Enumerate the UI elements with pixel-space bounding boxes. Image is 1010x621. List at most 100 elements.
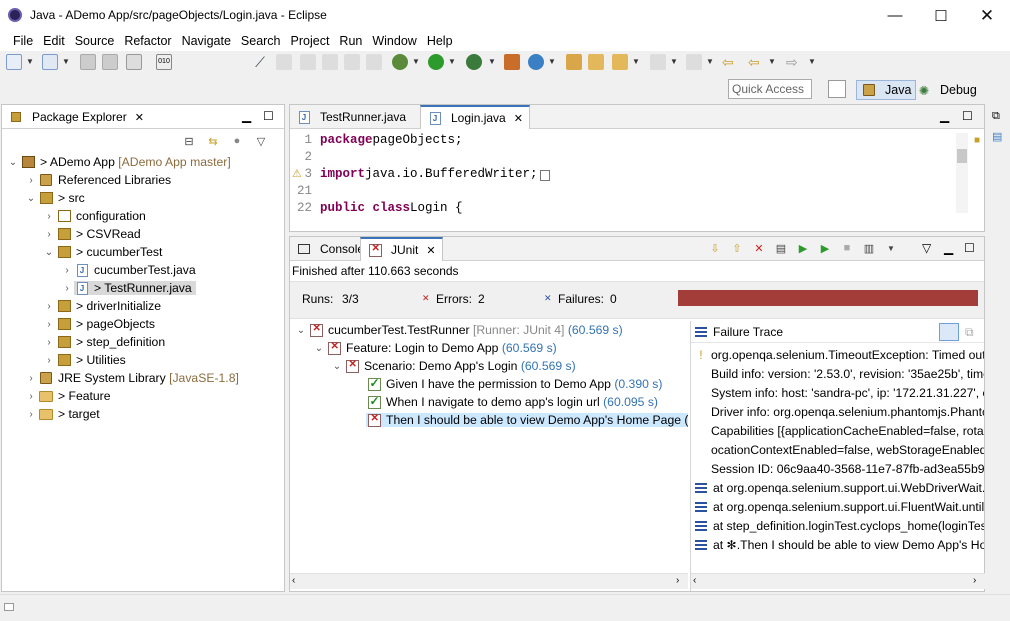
rerun-failed-first-icon[interactable]: ▶	[818, 241, 832, 255]
chevron-right-icon[interactable]: ›	[24, 175, 38, 186]
trace-line[interactable]: Capabilities [{applicationCacheEnabled=f…	[691, 421, 984, 440]
close-icon[interactable]: ✕	[514, 112, 523, 125]
quick-access-input[interactable]: Quick Access	[728, 79, 812, 99]
chevron-down-icon[interactable]: ⌄	[294, 325, 308, 336]
tab-junit[interactable]: JUnit ✕	[360, 237, 443, 261]
chevron-down-icon[interactable]: ▼	[768, 57, 776, 66]
close-icon[interactable]: ✕	[426, 244, 435, 257]
maximize-view-icon[interactable]: ☐	[964, 241, 975, 255]
minimize-view-icon[interactable]: ▁	[944, 241, 953, 255]
scroll-left-icon[interactable]: ‹	[693, 575, 696, 586]
test-run-history-icon[interactable]: ▥	[862, 241, 876, 255]
tree-item-project[interactable]: ⌄ > ADemo App [ADemo App master]	[6, 153, 282, 171]
test-row-runner[interactable]: ⌄ cucumberTest.TestRunner [Runner: JUnit…	[290, 321, 688, 339]
tree-item-feature[interactable]: › > Feature	[6, 387, 282, 405]
chevron-down-icon[interactable]: ⌄	[312, 343, 326, 354]
view-menu-icon[interactable]: ▽	[922, 241, 931, 255]
chevron-right-icon[interactable]: ›	[42, 211, 56, 222]
new-java-project-icon[interactable]	[528, 54, 544, 70]
compare-result-icon[interactable]: ⧉	[965, 325, 974, 340]
tree-item-configuration[interactable]: › configuration	[6, 207, 282, 225]
chevron-down-icon[interactable]: ▼	[448, 57, 456, 66]
rerun-test-icon[interactable]: ▶	[796, 241, 810, 255]
menu-window[interactable]: Window	[367, 31, 421, 51]
tree-item-target[interactable]: › > target	[6, 405, 282, 423]
trace-line-stack[interactable]: at step_definition.loginTest.cyclops_hom…	[691, 516, 984, 535]
block-icon[interactable]	[322, 54, 338, 70]
chevron-down-icon[interactable]: ▼	[670, 57, 678, 66]
chevron-right-icon[interactable]: ›	[42, 355, 56, 366]
next-annotation-icon[interactable]	[650, 54, 666, 70]
filter-icon[interactable]: ●	[230, 134, 244, 148]
horizontal-scrollbar[interactable]: ‹ ›	[691, 573, 985, 589]
close-button[interactable]: ✕	[964, 0, 1010, 31]
minimize-button[interactable]: —	[872, 0, 918, 31]
scrollbar-thumb[interactable]	[957, 149, 967, 163]
view-menu-icon[interactable]: ▽	[254, 134, 268, 148]
link-with-editor-icon[interactable]: ⇆	[206, 134, 220, 148]
tab-login-java[interactable]: J Login.java ✕	[420, 105, 530, 129]
chevron-right-icon[interactable]: ›	[24, 391, 38, 402]
perspective-java[interactable]: Java	[856, 80, 917, 100]
tree-item-jre-library[interactable]: › JRE System Library [JavaSE-1.8]	[6, 369, 282, 387]
tab-testrunner-java[interactable]: J TestRunner.java	[290, 105, 412, 129]
chevron-down-icon[interactable]: ▼	[808, 57, 816, 66]
chevron-right-icon[interactable]: ›	[42, 337, 56, 348]
tree-item-step-definition[interactable]: › > step_definition	[6, 333, 282, 351]
chevron-down-icon[interactable]: ▼	[548, 57, 556, 66]
filter-stack-trace-icon[interactable]	[939, 323, 959, 341]
chevron-right-icon[interactable]: ›	[42, 301, 56, 312]
open-type-icon[interactable]	[566, 54, 582, 70]
menu-run[interactable]: Run	[334, 31, 367, 51]
menu-project[interactable]: Project	[286, 31, 335, 51]
folded-code-icon[interactable]	[539, 170, 550, 181]
tree-item-cucumbertest-java[interactable]: › J cucumberTest.java	[6, 261, 282, 279]
tree-item-csvread[interactable]: › > CSVRead	[6, 225, 282, 243]
chevron-right-icon[interactable]: ›	[24, 373, 38, 384]
next-failure-icon[interactable]: ⇩	[708, 241, 722, 255]
chevron-right-icon[interactable]: ›	[42, 319, 56, 330]
tab-package-explorer[interactable]: Package Explorer ✕	[2, 105, 150, 129]
previous-failure-icon[interactable]: ⇧	[730, 241, 744, 255]
chevron-down-icon[interactable]: ▼	[488, 57, 496, 66]
scroll-left-icon[interactable]: ‹	[292, 575, 295, 586]
collapse-all-icon[interactable]: ⊟	[182, 134, 196, 148]
menu-refactor[interactable]: Refactor	[119, 31, 176, 51]
run-icon[interactable]	[428, 54, 444, 70]
test-row-step[interactable]: Given I have the permission to Demo App …	[290, 375, 688, 393]
menu-navigate[interactable]: Navigate	[177, 31, 236, 51]
test-row-step[interactable]: When I navigate to demo app's login url …	[290, 393, 688, 411]
page-icon[interactable]	[344, 54, 360, 70]
chevron-down-icon[interactable]: ▼	[26, 57, 34, 66]
trace-line-stack[interactable]: at org.openqa.selenium.support.ui.WebDri…	[691, 478, 984, 497]
trace-line[interactable]: System info: host: 'sandra-pc', ip: '172…	[691, 383, 984, 402]
chevron-down-icon[interactable]: ⌄	[24, 193, 38, 204]
trace-line-exception[interactable]: ! org.openqa.selenium.TimeoutException: T…	[691, 345, 984, 364]
menu-search[interactable]: Search	[236, 31, 286, 51]
menu-source[interactable]: Source	[70, 31, 120, 51]
chevron-down-icon[interactable]: ▼	[412, 57, 420, 66]
save-icon[interactable]	[80, 54, 96, 70]
new-wizard-icon[interactable]	[42, 54, 58, 70]
tab-console[interactable]: Console	[290, 237, 370, 261]
perspective-debug[interactable]: ✺ Debug	[912, 80, 981, 100]
tree-item-cucumbertest[interactable]: ⌄ > cucumberTest	[6, 243, 282, 261]
trace-line[interactable]: Build info: version: '2.53.0', revision:…	[691, 364, 984, 383]
chevron-down-icon[interactable]: ▼	[62, 57, 70, 66]
stop-icon[interactable]: ■	[840, 241, 854, 255]
trace-line[interactable]: ocationContextEnabled=false, webStorageE…	[691, 440, 984, 459]
menu-file[interactable]: File	[8, 31, 38, 51]
minimize-view-icon[interactable]: ▁	[242, 109, 251, 123]
outline-icon[interactable]: ▤	[992, 130, 1002, 143]
chevron-down-icon[interactable]: ▼	[706, 57, 714, 66]
pen-icon[interactable]	[300, 54, 316, 70]
trace-line-stack[interactable]: at org.openqa.selenium.support.ui.Fluent…	[691, 497, 984, 516]
maximize-view-icon[interactable]: ☐	[962, 109, 973, 123]
maximize-view-icon[interactable]: ☐	[263, 109, 274, 123]
test-row-step-selected[interactable]: Then I should be able to view Demo App's…	[290, 411, 688, 429]
external-tools-icon[interactable]	[504, 54, 520, 70]
trace-line[interactable]: Session ID: 06c9aa40-3568-11e7-87fb-ad3e…	[691, 459, 984, 478]
test-row-scenario[interactable]: ⌄ Scenario: Demo App's Login (60.569 s)	[290, 357, 688, 375]
test-row-feature[interactable]: ⌄ Feature: Login to Demo App (60.569 s)	[290, 339, 688, 357]
chevron-down-icon[interactable]: ▼	[884, 241, 898, 255]
